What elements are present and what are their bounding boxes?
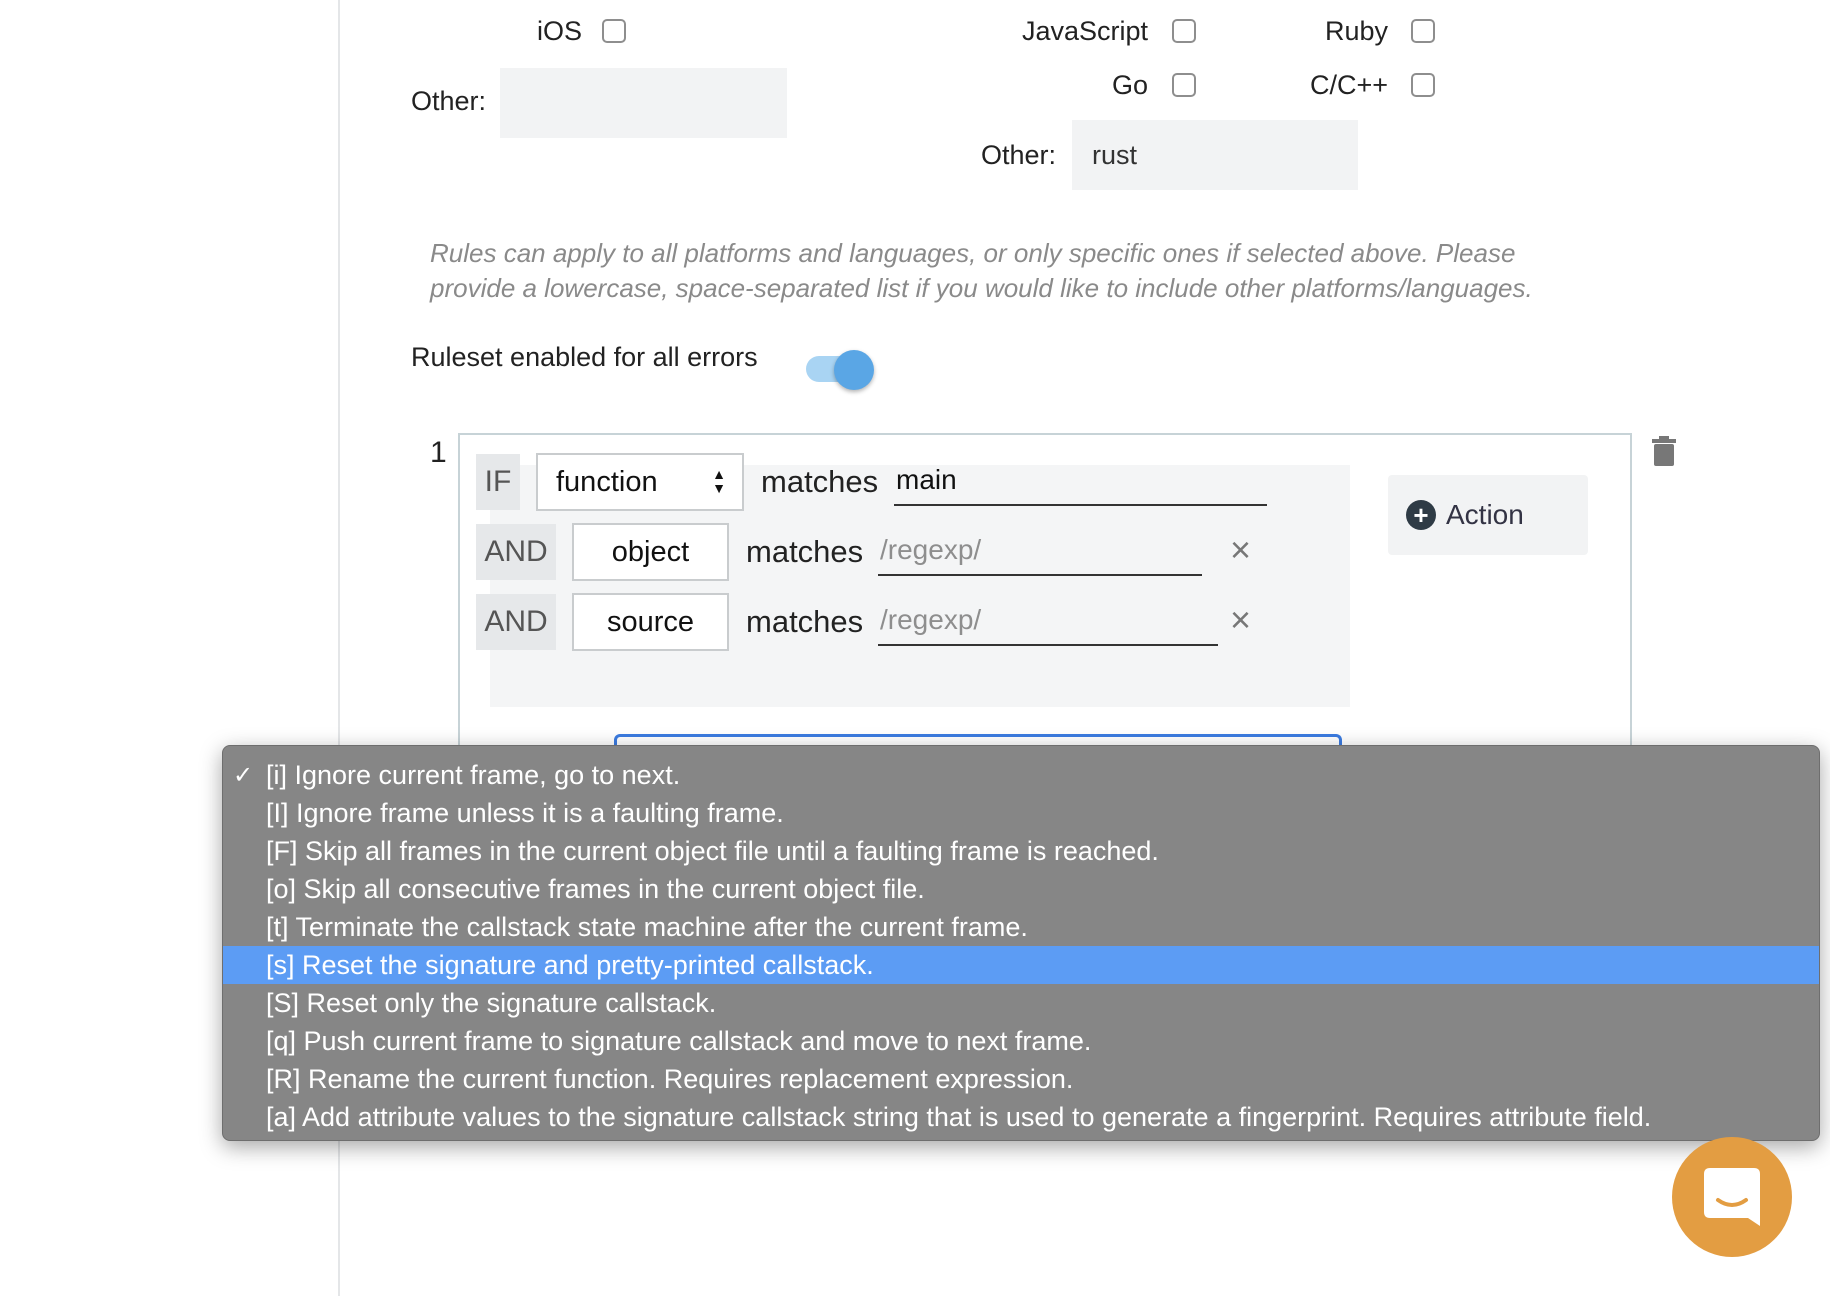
javascript-checkbox[interactable] <box>1172 19 1196 43</box>
platform-hint-text: Rules can apply to all platforms and lan… <box>430 238 1533 303</box>
add-action-button[interactable]: + Action <box>1388 475 1588 555</box>
cpp-checkbox[interactable] <box>1411 73 1435 97</box>
action-option-label: [I] Ignore frame unless it is a faulting… <box>266 797 784 828</box>
select-arrows-icon: ▲ ▼ <box>712 466 726 496</box>
remove-condition-icon[interactable]: × <box>1230 602 1251 638</box>
action-option-label: [S] Reset only the signature callstack. <box>266 987 717 1018</box>
condition-value-input[interactable]: /regexp/ <box>878 526 1202 576</box>
condition-operator: matches <box>761 464 879 499</box>
rule-number: 1 <box>430 436 447 469</box>
condition-keyword-and: AND <box>476 524 556 580</box>
trash-icon[interactable] <box>1652 436 1676 466</box>
condition-keyword-and: AND <box>476 594 556 650</box>
platform-other-input[interactable] <box>500 68 787 138</box>
ruby-label: Ruby <box>1324 16 1388 46</box>
condition-operator: matches <box>746 604 864 639</box>
action-option[interactable]: [I] Ignore frame unless it is a faulting… <box>223 794 1819 832</box>
action-option[interactable]: [R] Rename the current function. Require… <box>223 1060 1819 1098</box>
action-option-label: [q] Push current frame to signature call… <box>266 1025 1092 1056</box>
remove-condition-icon[interactable]: × <box>1230 532 1251 568</box>
ruleset-toggle-label: Ruleset enabled for all errors <box>411 342 758 372</box>
action-option-label: [a] Add attribute values to the signatur… <box>266 1101 1652 1132</box>
condition-value-input[interactable]: main <box>894 456 1267 506</box>
action-option-label: [o] Skip all consecutive frames in the c… <box>266 873 925 904</box>
ruleset-toggle-knob[interactable] <box>834 350 874 390</box>
condition-field-value: function <box>556 465 658 498</box>
rule-editor-page: iOS Other: JavaScript Ruby Go C/C++ Othe… <box>0 0 1830 1296</box>
go-label: Go <box>1111 70 1148 100</box>
plus-circle-icon: + <box>1406 500 1436 530</box>
ruby-checkbox[interactable] <box>1411 19 1435 43</box>
condition-value-input[interactable]: /regexp/ <box>878 596 1218 646</box>
action-option-label: [i] Ignore current frame, go to next. <box>266 759 681 790</box>
condition-field-select[interactable]: function ▲ ▼ <box>536 453 744 511</box>
action-option[interactable]: ✓ [i] Ignore current frame, go to next. <box>223 756 1819 794</box>
action-option[interactable]: [o] Skip all consecutive frames in the c… <box>223 870 1819 908</box>
action-dropdown-list: ✓ [i] Ignore current frame, go to next. [I… <box>222 745 1820 1141</box>
condition-field-select[interactable]: source <box>572 593 729 651</box>
javascript-label: JavaScript <box>1021 16 1148 46</box>
condition-keyword-if: IF <box>476 454 520 510</box>
action-option[interactable]: [a] Add attribute values to the signatur… <box>223 1098 1819 1136</box>
action-option-label: [F] Skip all frames in the current objec… <box>266 835 1159 866</box>
action-option[interactable]: [s] Reset the signature and pretty-print… <box>223 946 1819 984</box>
checkmark-icon: ✓ <box>233 762 254 789</box>
ios-label: iOS <box>537 16 583 46</box>
cpp-label: C/C++ <box>1309 70 1388 100</box>
action-option-label: [R] Rename the current function. Require… <box>266 1063 1074 1094</box>
condition-field-select[interactable]: object <box>572 523 729 581</box>
chat-launcher-button[interactable] <box>1672 1137 1792 1257</box>
action-option[interactable]: [F] Skip all frames in the current objec… <box>223 832 1819 870</box>
condition-field-value: object <box>611 535 690 568</box>
language-other-label: Other: <box>980 140 1056 170</box>
platform-other-label: Other: <box>411 86 487 116</box>
language-other-input[interactable]: rust <box>1072 120 1358 190</box>
action-option[interactable]: [q] Push current frame to signature call… <box>223 1022 1819 1060</box>
ios-checkbox[interactable] <box>602 19 626 43</box>
condition-field-value: source <box>606 605 695 638</box>
action-option[interactable]: [t] Terminate the callstack state machin… <box>223 908 1819 946</box>
action-option[interactable]: [S] Reset only the signature callstack. <box>223 984 1819 1022</box>
go-checkbox[interactable] <box>1172 73 1196 97</box>
add-action-label: Action <box>1446 499 1524 530</box>
action-option-label: [t] Terminate the callstack state machin… <box>266 911 1028 942</box>
chat-bubble-icon <box>1704 1168 1760 1226</box>
condition-operator: matches <box>746 534 864 569</box>
action-option-label: [s] Reset the signature and pretty-print… <box>266 949 874 980</box>
